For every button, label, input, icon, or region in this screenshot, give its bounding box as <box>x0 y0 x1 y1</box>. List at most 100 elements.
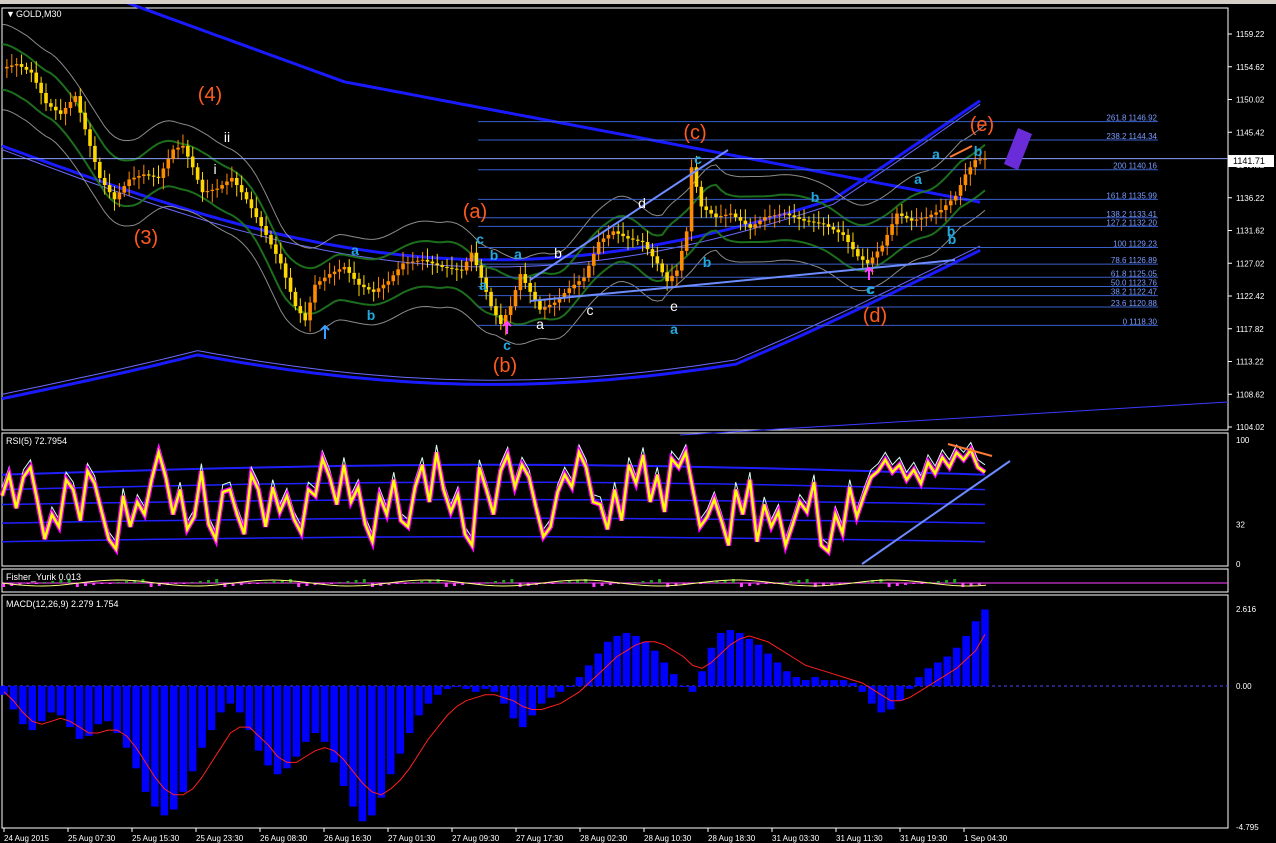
wave-label-cyan: a <box>351 242 359 258</box>
macd-bar <box>94 685 103 725</box>
fisher-bar <box>116 582 120 583</box>
macd-bar <box>396 685 404 754</box>
candle-body <box>9 65 14 67</box>
candle-body <box>186 145 190 157</box>
candle-body <box>83 112 87 130</box>
candle-body <box>851 242 855 250</box>
macd-bar <box>283 685 291 769</box>
fisher-bar <box>100 583 104 584</box>
macd-bar <box>547 685 555 698</box>
candle-body <box>234 177 239 186</box>
candle-body <box>464 261 469 271</box>
price-panel-frame <box>1 7 1229 431</box>
macd-bar <box>651 650 659 686</box>
macd-bar <box>245 685 254 731</box>
candle-body <box>127 179 131 187</box>
candle-body <box>239 185 244 193</box>
candle-body <box>807 220 811 222</box>
fisher-bar <box>764 583 768 584</box>
candle-body <box>430 261 435 264</box>
candle-body <box>166 158 171 169</box>
candle-body <box>318 281 322 285</box>
candle-body <box>406 262 410 264</box>
time-tick-label: 25 Aug 15:30 <box>132 834 180 843</box>
fisher-bar <box>666 583 670 587</box>
candle-body <box>450 267 454 269</box>
candle-body <box>381 284 386 289</box>
macd-bar <box>698 671 706 686</box>
candle-body <box>606 234 611 239</box>
candle-body <box>137 176 141 178</box>
wave-label-white: b <box>554 245 562 261</box>
macd-bar <box>877 685 886 713</box>
candle-body <box>616 231 621 234</box>
candle-body <box>631 238 635 240</box>
fisher-bar <box>198 581 202 583</box>
macd-bar <box>358 685 367 822</box>
macd-bar <box>217 685 225 713</box>
fisher-bar <box>215 579 219 583</box>
macd-bar <box>339 685 348 786</box>
macd-bar <box>594 653 603 686</box>
candle-body <box>758 220 762 225</box>
candle-body <box>665 272 669 282</box>
candle-body <box>777 214 782 216</box>
candle-body <box>679 250 684 271</box>
macd-bar <box>603 641 612 686</box>
time-tick-label: 26 Aug 16:30 <box>324 834 372 843</box>
time-tick-label: 27 Aug 09:30 <box>452 834 500 843</box>
candle-body <box>582 277 586 282</box>
candle-body <box>924 217 929 219</box>
macd-bar <box>830 680 838 686</box>
price-tick-label: 1145.42 <box>1236 128 1265 137</box>
fisher-bar <box>338 582 342 583</box>
candle-body <box>635 239 640 241</box>
candle-body <box>538 300 542 310</box>
symbol-arrow-icon[interactable]: ▼ <box>6 9 15 19</box>
macd-bar <box>19 685 27 725</box>
rsi-band-line <box>1 535 986 543</box>
macd-bar <box>679 685 687 687</box>
fisher-bar <box>756 583 760 585</box>
macd-bar <box>434 685 442 695</box>
macd-bar <box>886 685 895 710</box>
wave-e-arrow <box>949 145 973 158</box>
candle-body <box>909 218 914 221</box>
candle-body <box>689 167 694 232</box>
fisher-bar <box>190 582 194 583</box>
candle-body <box>49 103 53 107</box>
candle-body <box>435 263 440 266</box>
buy-arrow-icon <box>320 324 330 339</box>
macd-panel <box>0 609 1228 822</box>
macd-bar <box>792 677 801 686</box>
fisher-bar <box>510 579 514 583</box>
fisher-bar <box>789 581 793 583</box>
fisher-bar <box>781 582 784 583</box>
fisher-bar <box>748 583 752 586</box>
candle-body <box>156 176 161 178</box>
fisher-bar <box>395 583 399 584</box>
price-tick-label: 1108.62 <box>1236 390 1265 399</box>
fisher-bar <box>485 582 489 583</box>
candle-body <box>73 96 78 103</box>
macd-bar <box>302 685 310 742</box>
fib-level-label: 38.2 1122.47 <box>1111 288 1158 297</box>
fib-level-label: 50.0 1123.76 <box>1111 278 1158 287</box>
macd-tick-label: 0.00 <box>1236 682 1252 691</box>
macd-bar <box>764 653 772 686</box>
candle-body <box>792 215 797 218</box>
fisher-bar <box>477 583 481 584</box>
candle-body <box>567 288 572 294</box>
macd-bar <box>754 644 763 686</box>
candle-body <box>440 265 444 267</box>
macd-bar <box>726 630 735 686</box>
macd-bar <box>122 685 131 748</box>
lower-band-line <box>1 88 986 326</box>
candle-body <box>714 213 718 218</box>
fisher-bar <box>461 583 465 585</box>
wave-label-white: ii <box>224 129 230 145</box>
symbol-label: GOLD,M30 <box>16 9 62 19</box>
macd-bar <box>905 685 914 689</box>
fisher-bar <box>805 579 809 583</box>
fisher-bar <box>904 583 907 585</box>
